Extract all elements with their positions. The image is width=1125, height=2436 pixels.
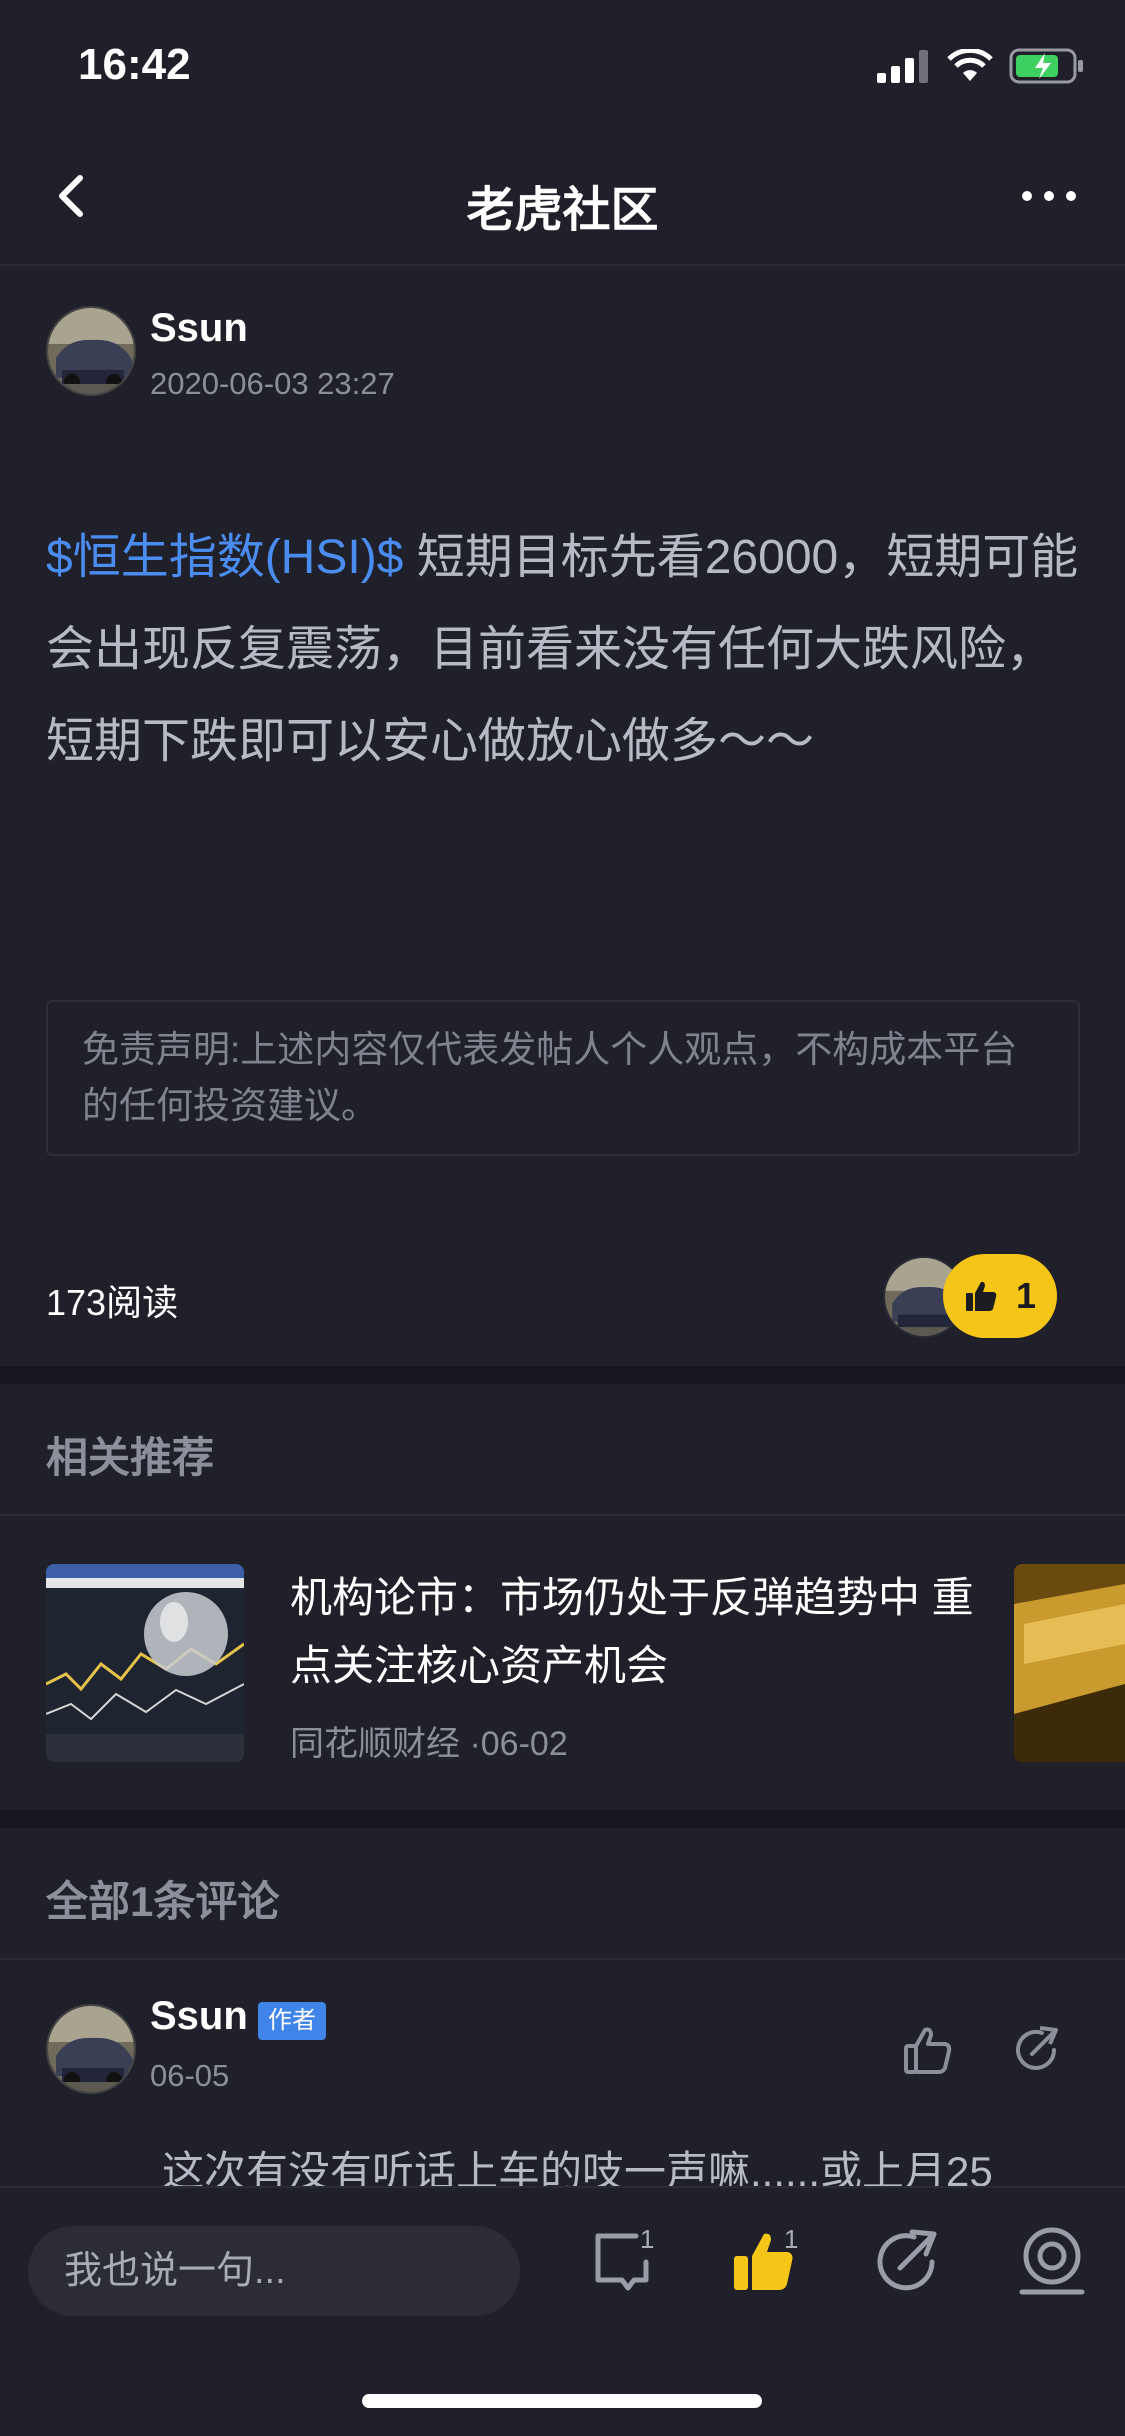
screenshot-bar-button[interactable]	[1012, 2222, 1092, 2302]
like-count: 1	[1015, 1275, 1037, 1316]
article-title[interactable]: 机构论市：市场仍处于反弹趋势中 重点关注核心资产机会	[290, 1564, 990, 1700]
comment-input[interactable]: 我也说一句...	[28, 2226, 520, 2316]
nav-bar: 老虎社区	[0, 132, 1125, 264]
camera-lens-icon	[1019, 2227, 1085, 2295]
article-thumbnail[interactable]	[46, 1564, 244, 1762]
post-author[interactable]: Ssun 2020-06-03 23:27	[46, 306, 1086, 406]
section-separator	[0, 1366, 1125, 1384]
status-time: 16:42	[78, 40, 191, 89]
related-heading: 相关推荐	[46, 1434, 215, 1481]
post-timestamp: 2020-06-03 23:27	[150, 366, 395, 401]
article-date: ·06-02	[469, 1725, 568, 1763]
comment-item: Ssun 作者 06-05 这次有没有听话上车的吱一声嘛......或上月25	[46, 1994, 1086, 2195]
author-badge: 作者	[258, 2002, 326, 2040]
comment-like-button[interactable]	[898, 2020, 958, 2080]
share-icon	[1016, 2026, 1058, 2070]
comment-share-button[interactable]	[1008, 2020, 1068, 2080]
comment-date: 06-05	[150, 2058, 230, 2093]
share-bar-button[interactable]	[868, 2222, 948, 2302]
stock-tag-link[interactable]: $恒生指数(HSI)$	[46, 531, 403, 584]
signal-icon	[877, 50, 928, 83]
comment-count: 1	[640, 2224, 655, 2254]
post-content: $恒生指数(HSI)$ 短期目标先看26000，短期可能会出现反复震荡，目前看来…	[46, 512, 1086, 788]
share-icon	[877, 2229, 937, 2291]
commenter-name[interactable]: Ssun	[150, 1994, 248, 2039]
status-bar: 16:42	[0, 0, 1125, 132]
avatar[interactable]	[46, 2004, 136, 2094]
like-bar-button[interactable]: 1	[724, 2222, 804, 2302]
thumbs-up-icon	[965, 1281, 997, 1311]
section-divider	[0, 1514, 1125, 1516]
page-title: 老虎社区	[466, 184, 659, 237]
bar-like-count: 1	[784, 2224, 799, 2254]
read-count: 173阅读	[46, 1282, 179, 1323]
more-dots-icon	[1022, 191, 1076, 201]
thumbs-up-outline-icon	[904, 2027, 952, 2074]
comments-heading: 全部1条评论	[46, 1878, 280, 1925]
comments-button[interactable]: 1	[584, 2222, 664, 2302]
home-indicator[interactable]	[362, 2394, 762, 2408]
status-icons	[877, 48, 1085, 84]
section-separator	[0, 1810, 1125, 1828]
section-divider	[0, 1958, 1125, 1960]
avatar[interactable]	[46, 306, 136, 396]
article-source: 同花顺财经	[290, 1725, 460, 1763]
like-group[interactable]: 1	[883, 1254, 1073, 1338]
like-button[interactable]: 1	[943, 1254, 1057, 1338]
next-article-thumbnail[interactable]	[1014, 1564, 1125, 1762]
more-button[interactable]	[1013, 164, 1085, 228]
disclaimer-box: 免责声明:上述内容仅代表发帖人个人观点，不构成本平台的任何投资建议。	[46, 1000, 1080, 1156]
article-meta: 同花顺财经 ·06-02	[290, 1716, 568, 1765]
wifi-icon	[947, 49, 993, 81]
recommended-article[interactable]: 机构论市：市场仍处于反弹趋势中 重点关注核心资产机会 同花顺财经 ·06-02	[46, 1564, 1125, 1764]
nav-divider	[0, 264, 1125, 266]
author-name[interactable]: Ssun	[150, 306, 248, 351]
battery-charging-icon	[1009, 48, 1083, 84]
